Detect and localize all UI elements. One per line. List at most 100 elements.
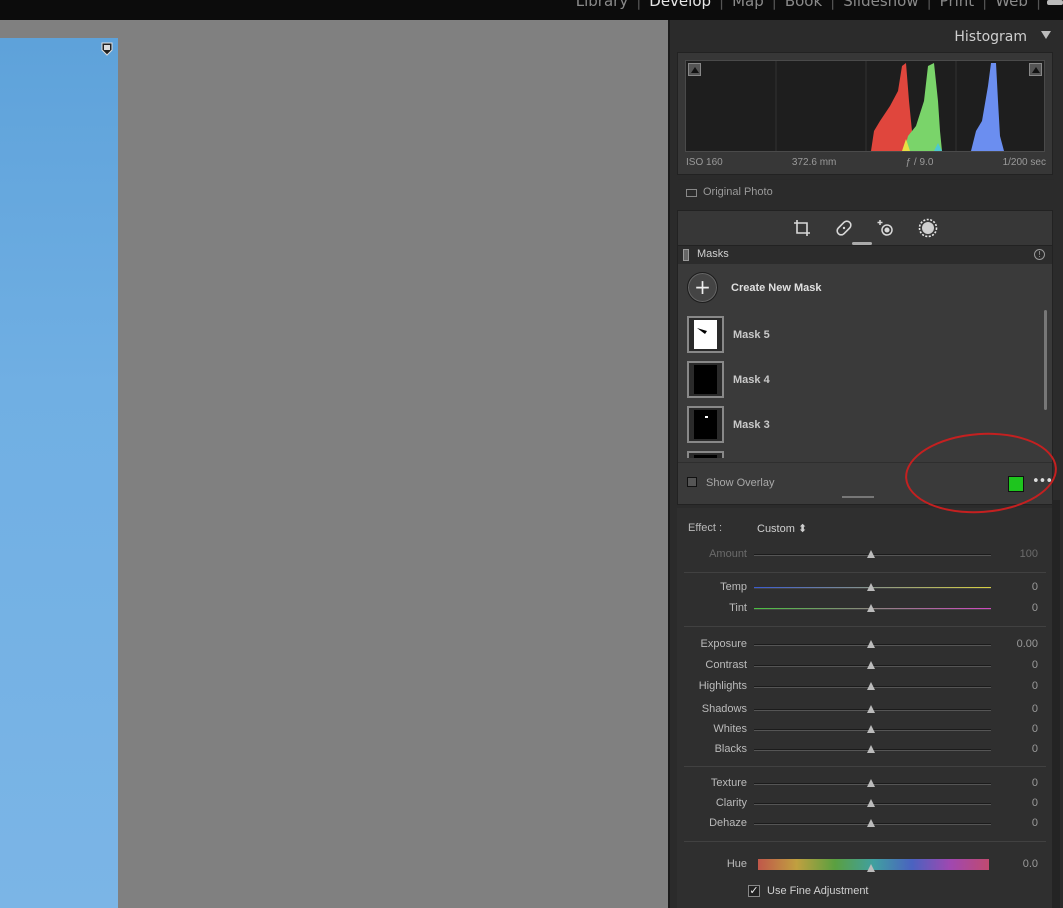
- slider-amount[interactable]: Amount 100: [677, 546, 1053, 564]
- mask-item-4[interactable]: Mask 4: [687, 357, 1047, 402]
- slider-value[interactable]: 0: [1032, 797, 1038, 809]
- slider-dehaze[interactable]: Dehaze 0: [677, 815, 1053, 833]
- highlight-clipping-icon[interactable]: [1029, 63, 1042, 76]
- slider-whites[interactable]: Whites 0: [677, 721, 1053, 739]
- slider-blacks[interactable]: Blacks 0: [677, 741, 1053, 759]
- mask-pin-icon[interactable]: [101, 42, 113, 56]
- create-new-mask-button[interactable]: + Create New Mask: [687, 272, 822, 303]
- slider-label: Blacks: [714, 743, 747, 755]
- mask-thumbnail[interactable]: [687, 451, 724, 458]
- slider-value[interactable]: 0: [1032, 743, 1038, 755]
- histogram-curves: [775, 61, 1004, 151]
- module-book[interactable]: Book: [777, 0, 830, 10]
- slider-tint[interactable]: Tint 0: [677, 600, 1053, 618]
- plus-icon[interactable]: +: [687, 272, 718, 303]
- original-photo-label: Original Photo: [703, 186, 773, 198]
- slider-value[interactable]: 0.00: [1017, 638, 1038, 650]
- divider: [684, 572, 1046, 573]
- divider: [684, 766, 1046, 767]
- slider-label: Shadows: [701, 703, 747, 715]
- module-web[interactable]: Web: [987, 0, 1036, 10]
- slider-value[interactable]: 0: [1032, 659, 1038, 671]
- slider-label: Contrast: [705, 659, 747, 671]
- mask-thumbnail[interactable]: [687, 316, 724, 353]
- histogram-graph[interactable]: [685, 60, 1045, 152]
- module-print[interactable]: Print: [932, 0, 983, 10]
- module-develop[interactable]: Develop: [641, 0, 719, 10]
- slider-label: Hue: [726, 858, 747, 870]
- panel-toggle-icon[interactable]: [1047, 0, 1063, 5]
- slider-shadows[interactable]: Shadows 0: [677, 701, 1053, 719]
- slider-value[interactable]: 100: [1020, 548, 1038, 560]
- slider-value[interactable]: 0: [1032, 602, 1038, 614]
- slider-thumb[interactable]: [867, 705, 875, 713]
- histogram-title: Histogram: [954, 29, 1027, 45]
- panel-scrollbar[interactable]: [1052, 500, 1060, 908]
- slider-texture[interactable]: Texture 0: [677, 775, 1053, 793]
- fine-adjustment-checkbox[interactable]: ✓: [748, 885, 760, 897]
- masks-title: Masks: [697, 248, 729, 260]
- slider-value[interactable]: 0: [1032, 817, 1038, 829]
- adjustment-panel: Effect : Custom ⬍ Amount 100 Temp 0 Tint…: [677, 508, 1053, 908]
- histogram-exif: ISO 160 372.6 mm ƒ / 9.0 1/200 sec: [686, 157, 1046, 168]
- slider-thumb[interactable]: [867, 682, 875, 690]
- crop-tool-button[interactable]: [789, 215, 815, 241]
- slider-thumb[interactable]: [867, 864, 875, 872]
- module-bar: Library | Develop | Map | Book | Slideshow | …: [0, 0, 1063, 20]
- info-icon[interactable]: !: [1034, 249, 1045, 260]
- slider-thumb[interactable]: [867, 604, 875, 612]
- module-separator: |: [1035, 0, 1041, 10]
- slider-thumb[interactable]: [867, 799, 875, 807]
- photo-preview[interactable]: [0, 38, 118, 908]
- masks-header[interactable]: Masks !: [678, 246, 1052, 264]
- slider-temp[interactable]: Temp 0: [677, 579, 1053, 597]
- divider: [684, 841, 1046, 842]
- shadow-clipping-icon[interactable]: [688, 63, 701, 76]
- slider-value[interactable]: 0: [1032, 703, 1038, 715]
- slider-hue[interactable]: Hue 0.0: [677, 856, 1053, 874]
- show-overlay-checkbox[interactable]: [687, 477, 697, 487]
- slider-thumb[interactable]: [867, 725, 875, 733]
- divider: [684, 626, 1046, 627]
- masking-tool-button[interactable]: [915, 215, 941, 241]
- mask-thumbnail[interactable]: [687, 361, 724, 398]
- mask-label: Mask 3: [733, 418, 770, 431]
- slider-exposure[interactable]: Exposure 0.00: [677, 636, 1053, 654]
- healing-icon: [836, 220, 852, 236]
- histogram-header[interactable]: Histogram: [670, 20, 1063, 52]
- resize-handle[interactable]: [842, 496, 874, 498]
- mask-list-scrollbar[interactable]: [1044, 310, 1047, 410]
- slider-thumb[interactable]: [867, 779, 875, 787]
- mask-item-5[interactable]: Mask 5: [687, 312, 1047, 357]
- slider-thumb[interactable]: [867, 640, 875, 648]
- slider-thumb[interactable]: [867, 661, 875, 669]
- panel-grip-icon[interactable]: [683, 249, 689, 261]
- slider-thumb[interactable]: [867, 550, 875, 558]
- module-slideshow[interactable]: Slideshow: [835, 0, 926, 10]
- image-canvas[interactable]: [0, 20, 668, 908]
- effect-preset-select[interactable]: Custom ⬍: [757, 522, 807, 535]
- module-library[interactable]: Library: [568, 0, 636, 10]
- red-eye-tool-button[interactable]: [873, 215, 899, 241]
- slider-label: Temp: [720, 581, 747, 593]
- histogram-panel: ISO 160 372.6 mm ƒ / 9.0 1/200 sec Origi…: [677, 52, 1054, 198]
- slider-thumb[interactable]: [867, 583, 875, 591]
- slider-highlights[interactable]: Highlights 0: [677, 678, 1053, 696]
- module-map[interactable]: Map: [724, 0, 772, 10]
- slider-clarity[interactable]: Clarity 0: [677, 795, 1053, 813]
- slider-label: Whites: [713, 723, 747, 735]
- slider-value[interactable]: 0: [1032, 680, 1038, 692]
- healing-tool-button[interactable]: [831, 215, 857, 241]
- slider-thumb[interactable]: [867, 745, 875, 753]
- mask-thumbnail[interactable]: [687, 406, 724, 443]
- slider-value[interactable]: 0: [1032, 723, 1038, 735]
- collapse-triangle-icon[interactable]: [1041, 31, 1051, 39]
- slider-value[interactable]: 0.0: [1023, 858, 1038, 870]
- slider-value[interactable]: 0: [1032, 777, 1038, 789]
- slider-value[interactable]: 0: [1032, 581, 1038, 593]
- resize-handle[interactable]: [852, 242, 872, 245]
- slider-thumb[interactable]: [867, 819, 875, 827]
- original-photo-row[interactable]: Original Photo: [678, 179, 1054, 207]
- original-photo-checkbox[interactable]: [686, 189, 697, 197]
- slider-contrast[interactable]: Contrast 0: [677, 657, 1053, 675]
